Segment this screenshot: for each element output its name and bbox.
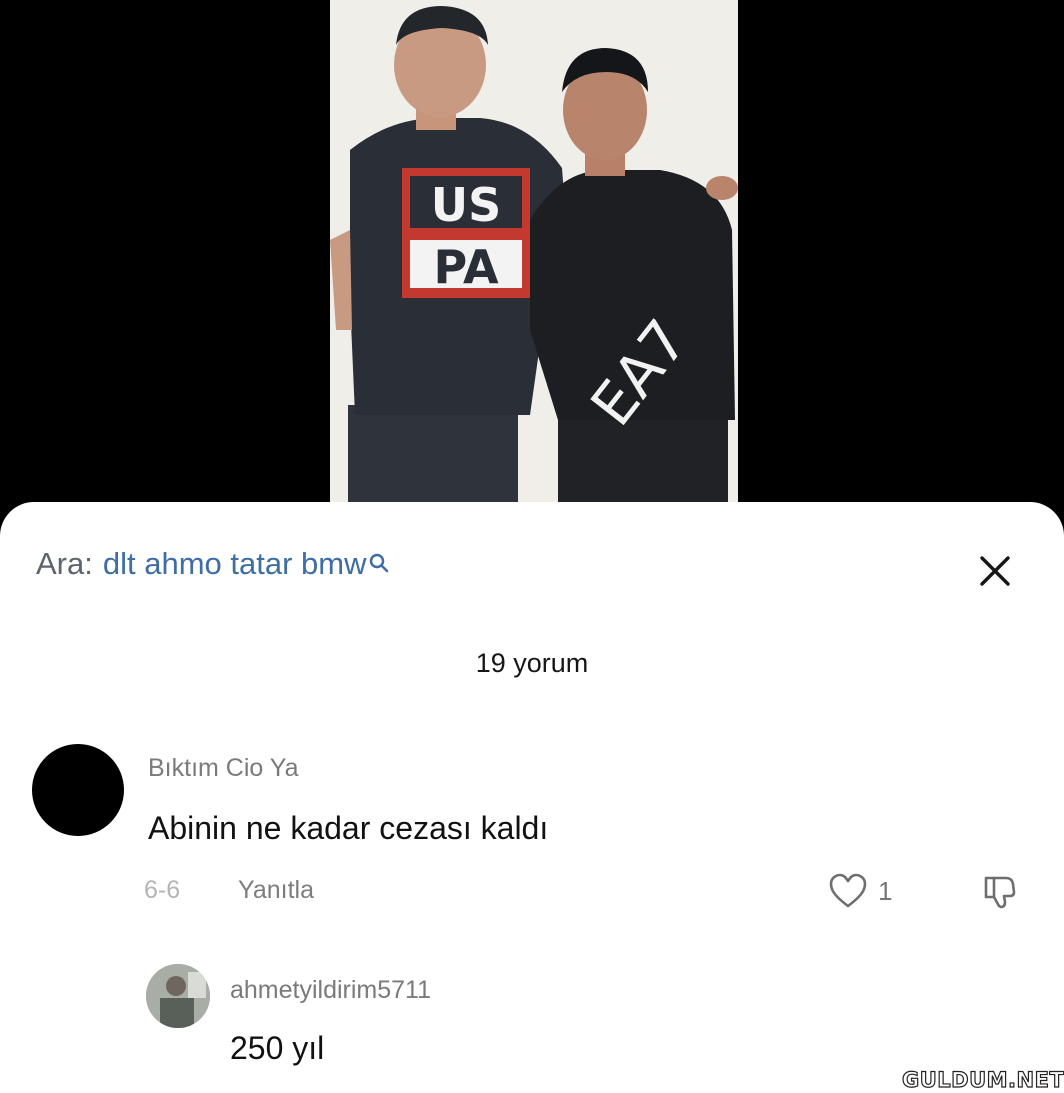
reply-button[interactable]: Yanıtla — [238, 876, 314, 905]
people-photo: US PA EA7 — [330, 0, 738, 505]
search-suggestion[interactable]: Ara: dlt ahmo tatar bmw — [36, 546, 390, 582]
reply-username[interactable]: ahmetyildirim5711 — [230, 976, 431, 1005]
shirt-text-us: US — [431, 178, 501, 232]
comment-text: Abinin ne kadar cezası kaldı — [148, 810, 549, 846]
heart-icon[interactable] — [828, 872, 868, 910]
video-area[interactable]: US PA EA7 — [0, 0, 1064, 540]
close-icon — [980, 556, 1010, 586]
search-prefix: Ara: — [36, 546, 93, 581]
shirt-text-pa: PA — [433, 240, 498, 294]
dislike-icon[interactable] — [980, 870, 1020, 910]
comments-sheet: Ara: dlt ahmo tatar bmw 19 yorum Bıktım … — [0, 502, 1064, 1093]
comment-username[interactable]: Bıktım Cio Ya — [148, 754, 299, 783]
comment-date: 6-6 — [144, 876, 181, 904]
video-frame: US PA EA7 — [330, 0, 738, 505]
search-icon — [368, 546, 390, 573]
search-query[interactable]: dlt ahmo tatar bmw — [103, 546, 367, 582]
close-button[interactable] — [972, 548, 1018, 594]
reply-text: 250 yıl — [230, 1030, 325, 1066]
like-count: 1 — [878, 876, 893, 906]
avatar[interactable] — [32, 744, 124, 836]
reply-avatar[interactable] — [146, 964, 210, 1028]
watermark: GULDUM.NET — [901, 1067, 1064, 1092]
comments-count: 19 yorum — [475, 648, 589, 678]
